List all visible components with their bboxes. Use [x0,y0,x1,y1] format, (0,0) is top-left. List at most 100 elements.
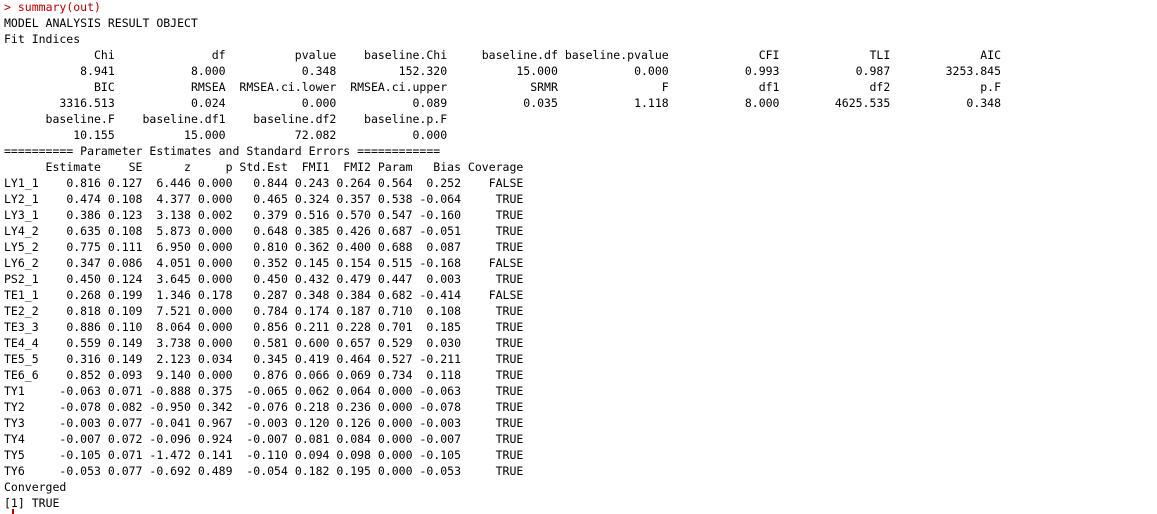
parameter-row: TE4_4 0.559 0.149 3.738 0.000 0.581 0.60… [4,335,1001,351]
parameter-cell: 0.109 [100,304,143,318]
parameter-cell: 0.347 [38,256,101,270]
parameter-cell: 0.527 [370,352,413,366]
fit-index-value: 3316.513 [4,96,115,110]
converged-header: Converged [4,480,67,494]
parameter-cell: 0.003 [412,272,461,286]
parameter-cell: TRUE [461,320,524,334]
fit-index-name: RMSEA.ci.lower [225,80,337,94]
parameter-cell: 0.110 [100,320,143,334]
parameter-cell: TRUE [461,192,524,206]
fit-index-name: baseline.df2 [225,112,337,126]
parameter-cell: 0.000 [190,336,233,350]
parameter-cell: 0.000 [190,176,233,190]
parameter-cell: -0.003 [232,416,288,430]
parameter-cell: 0.516 [287,208,330,222]
parameter-cell: 0.734 [370,368,413,382]
parameter-cell: 9.140 [142,368,191,382]
parameter-cell: 0.450 [232,272,288,286]
fit-index-value: 0.089 [336,96,448,110]
column-header: p [190,160,233,174]
parameter-cell: 0.474 [38,192,101,206]
parameter-cell: 0.000 [370,416,413,430]
parameter-cell: 0.094 [287,448,330,462]
fit-index-name: pvalue [225,48,337,62]
parameter-cell: -0.063 [412,384,461,398]
converged-value: TRUE [31,496,60,510]
fit-index-name: baseline.df1 [114,112,226,126]
parameter-row: TE1_1 0.268 0.199 1.346 0.178 0.287 0.34… [4,287,1001,303]
parameter-cell: 0.818 [38,304,101,318]
column-header: SE [100,160,143,174]
fit-index-value: 8.941 [4,64,115,78]
column-header: Param [370,160,413,174]
parameter-cell: 0.120 [287,416,330,430]
parameter-cell: 0.064 [329,384,371,398]
parameter-cell: 7.521 [142,304,191,318]
parameter-cell: -0.076 [232,400,288,414]
parameter-cell: 0.149 [100,336,143,350]
parameter-cell: FALSE [461,176,524,190]
fit-names-row: BIC RMSEA RMSEA.ci.lower RMSEA.ci.upper … [4,79,1001,95]
parameter-cell: 0.093 [100,368,143,382]
parameter-cell: -0.211 [412,352,461,366]
parameter-cell: 0.465 [232,192,288,206]
parameter-row: TY4 -0.007 0.072 -0.096 0.924 -0.007 0.0… [4,431,1001,447]
fit-index-name: baseline.df [447,48,558,62]
parameter-row: LY2_1 0.474 0.108 4.377 0.000 0.465 0.32… [4,191,1001,207]
parameter-label: LY1_1 [4,176,39,190]
parameter-cell: 0.066 [287,368,330,382]
parameter-cell: 0.252 [412,176,461,190]
command-text: summary(out) [17,0,101,14]
column-header: Bias [412,160,461,174]
parameter-cell: 0.287 [232,288,288,302]
fit-index-name: df1 [668,80,780,94]
parameter-cell: 0.386 [38,208,101,222]
fit-values-row: 10.155 15.000 72.082 0.000 [4,127,1001,143]
converged-index: [1] [4,496,25,510]
parameter-cell: -0.692 [142,464,191,478]
parameter-label: TE3_3 [4,320,39,334]
fit-index-name: TLI [779,48,891,62]
parameter-cell: 0.030 [412,336,461,350]
parameter-cell: 0.924 [190,432,233,446]
parameter-cell: 0.108 [100,192,143,206]
fit-index-value: 72.082 [225,128,337,142]
parameter-cell: TRUE [461,336,524,350]
parameter-label: PS2_1 [4,272,39,286]
column-header: FMI2 [329,160,371,174]
parameter-cell: 0.123 [100,208,143,222]
parameter-cell: 0.000 [190,272,233,286]
parameter-cell: 0.547 [370,208,413,222]
fit-index-name: RMSEA.ci.upper [336,80,448,94]
fit-index-value: 15.000 [114,128,226,142]
parameter-row: TY3 -0.003 0.077 -0.041 0.967 -0.003 0.1… [4,415,1001,431]
parameter-cell: 0.187 [329,304,371,318]
fit-index-value: 0.000 [557,64,669,78]
parameter-cell: TRUE [461,448,524,462]
parameter-cell: 0.000 [190,192,233,206]
parameter-cell: 0.352 [232,256,288,270]
parameter-cell: 0.844 [232,176,288,190]
parameter-cell: 0.084 [329,432,371,446]
parameter-row: TE2_2 0.818 0.109 7.521 0.000 0.784 0.17… [4,303,1001,319]
parameter-cell: 0.098 [329,448,371,462]
fit-index-value: 10.155 [4,128,115,142]
parameter-cell: 0.243 [287,176,330,190]
parameter-cell: TRUE [461,384,524,398]
fit-index-value: 15.000 [447,64,558,78]
parameter-cell: 8.064 [142,320,191,334]
parameter-cell: 0.447 [370,272,413,286]
parameter-label: TY1 [4,384,39,398]
output-title: MODEL ANALYSIS RESULT OBJECT [4,16,198,30]
parameter-cell: 0.149 [100,352,143,366]
fit-index-value: 8.000 [114,64,226,78]
parameter-cell: 0.316 [38,352,101,366]
parameter-cell: 0.701 [370,320,413,334]
parameter-cell: -0.051 [412,224,461,238]
parameter-cell: 0.141 [190,448,233,462]
parameter-cell: 0.118 [412,368,461,382]
fit-names-row: Chi df pvalue baseline.Chi baseline.df b… [4,47,1001,63]
parameter-cell: 0.108 [412,304,461,318]
parameter-row: TE5_5 0.316 0.149 2.123 0.034 0.345 0.41… [4,351,1001,367]
parameter-cell: -0.414 [412,288,461,302]
